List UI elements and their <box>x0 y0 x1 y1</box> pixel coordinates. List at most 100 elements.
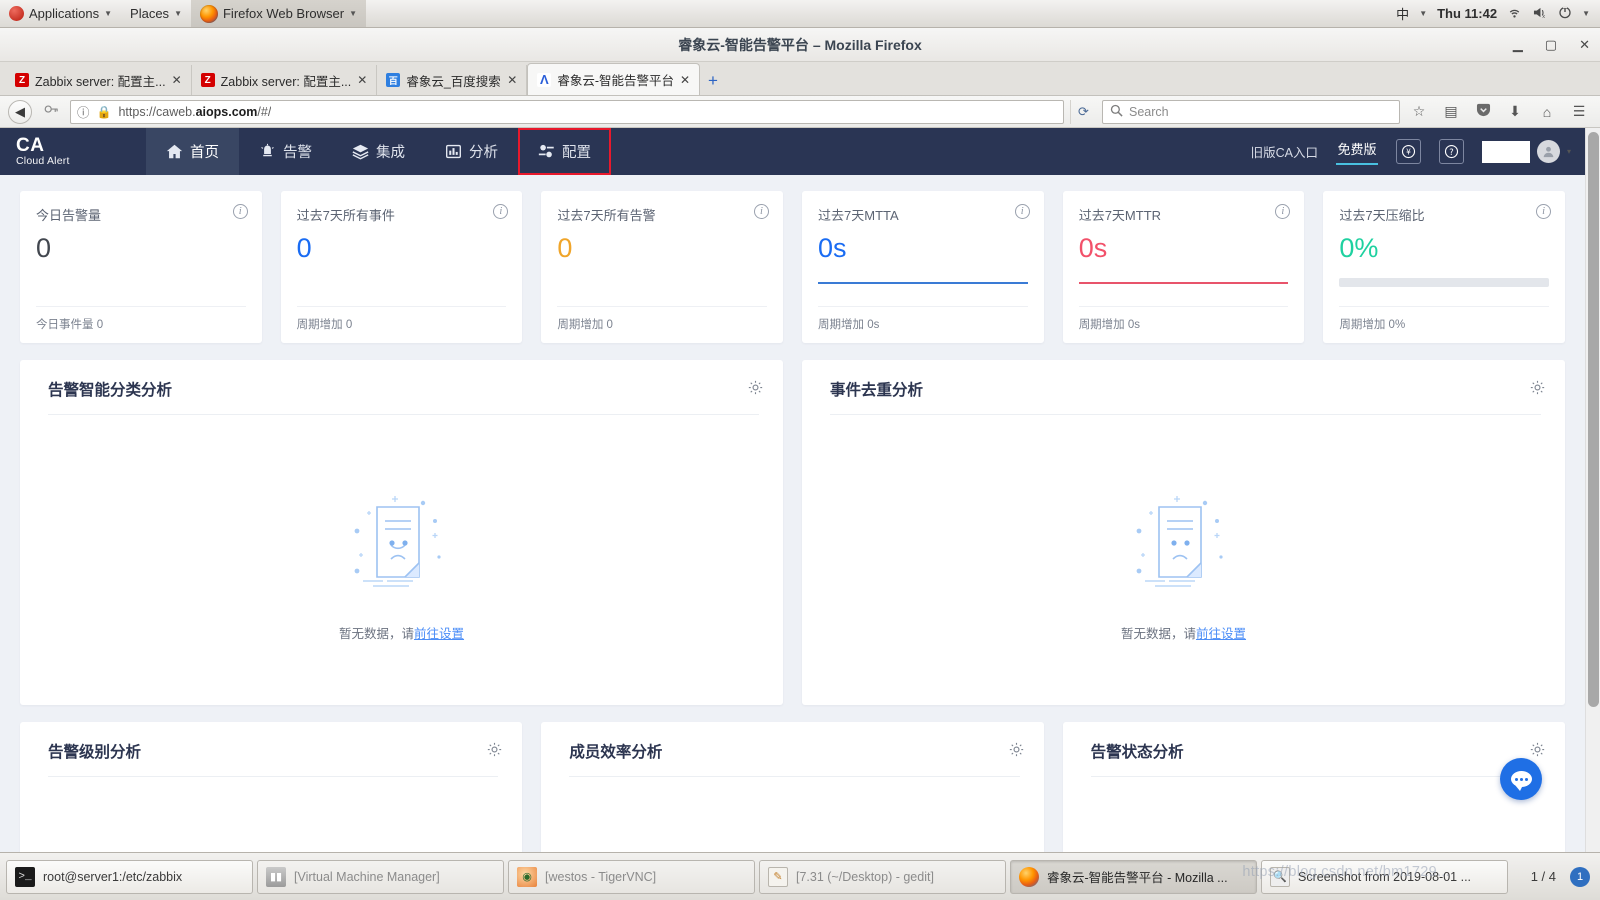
reload-button[interactable]: ⟳ <box>1070 99 1096 124</box>
chat-support-button[interactable] <box>1500 758 1542 800</box>
gnome-logo-icon <box>9 6 24 21</box>
info-icon[interactable]: i <box>1014 204 1030 219</box>
nav-item-alarm[interactable]: 告警 <box>239 128 332 175</box>
nav-item-analysis[interactable]: 分析 <box>425 128 518 175</box>
go-to-settings-link[interactable]: 前往设置 <box>1196 627 1246 641</box>
url-text: https://caweb.aiops.com/#/ <box>118 104 272 119</box>
taskbar-item-vnc[interactable]: ◉ [westos - TigerVNC] <box>508 859 755 894</box>
workspace-indicator[interactable]: 1 / 4 <box>1523 869 1564 884</box>
taskbar-item-gedit[interactable]: ✎ [7.31 (~/Desktop) - gedit] <box>759 859 1006 894</box>
places-menu[interactable]: Places ▼ <box>121 0 191 27</box>
page-info-icon[interactable]: ⓘ <box>77 102 90 121</box>
window-titlebar: 睿象云-智能告警平台 – Mozilla Firefox ▁ ▢ ✕ <box>0 28 1600 62</box>
close-icon[interactable]: ✕ <box>680 73 690 87</box>
tab-label: 睿象云-智能告警平台 <box>557 74 674 88</box>
tab-label: Zabbix server: 配置主... <box>220 74 352 89</box>
cloudalert-icon: Λ <box>537 72 552 87</box>
panel-title: 事件去重分析 <box>830 382 924 399</box>
kpi-card-mtta: 过去7天MTTA i 0s 周期增加 0s <box>802 191 1044 343</box>
workspace-badge[interactable]: 1 <box>1570 866 1590 887</box>
taskbar-item-firefox[interactable]: 睿象云-智能告警平台 - Mozilla ... <box>1010 859 1257 894</box>
panel-empty-state: 暂无数据，请前往设置 <box>802 415 1565 705</box>
web-page: CA Cloud Alert 首页 告警 集成 分析 配置 旧版CA入口 免费版… <box>0 128 1600 852</box>
applications-menu[interactable]: Applications ▼ <box>0 0 121 27</box>
page-scrollbar[interactable] <box>1585 128 1600 852</box>
key-icon[interactable] <box>38 103 64 120</box>
edition-badge-label: 免费版 <box>1337 141 1377 157</box>
legacy-ca-entry-link[interactable]: 旧版CA入口 <box>1251 142 1318 161</box>
help-button[interactable]: ? <box>1438 139 1464 164</box>
kpi-row: 今日告警量 i 0 今日事件量 0 过去7天所有事件 i 0 周期增加 0 过去… <box>0 175 1585 343</box>
lock-icon[interactable]: 🔒 <box>97 105 112 119</box>
gear-icon[interactable] <box>1530 742 1545 761</box>
power-icon[interactable] <box>1558 5 1572 22</box>
input-method-indicator[interactable]: 中 <box>1396 4 1409 23</box>
go-to-settings-link[interactable]: 前往设置 <box>414 627 464 641</box>
browser-tab-active[interactable]: Λ 睿象云-智能告警平台 ✕ <box>527 63 701 95</box>
gear-icon[interactable] <box>1530 380 1545 399</box>
search-bar[interactable]: Search <box>1102 99 1400 124</box>
firefox-window-menu-label: Firefox Web Browser <box>222 6 345 21</box>
app-header: CA Cloud Alert 首页 告警 集成 分析 配置 旧版CA入口 免费版… <box>0 128 1585 175</box>
taskbar-item-vmm[interactable]: ▮▮ [Virtual Machine Manager] <box>257 859 504 894</box>
downloads-icon[interactable]: ⬇ <box>1502 103 1528 120</box>
new-tab-button[interactable]: + <box>700 71 726 95</box>
browser-tab[interactable]: 百 睿象云_百度搜索 ✕ <box>377 65 528 95</box>
firefox-window-menu[interactable]: Firefox Web Browser ▼ <box>190 0 367 27</box>
nav-item-home[interactable]: 首页 <box>146 128 239 175</box>
empty-state-illustration <box>1136 495 1223 587</box>
chevron-down-icon[interactable]: ▼ <box>1582 9 1590 18</box>
hamburger-menu-icon[interactable]: ☰ <box>1566 103 1592 120</box>
settings-icon <box>538 143 555 160</box>
gear-icon[interactable] <box>1009 742 1024 761</box>
app-logo[interactable]: CA Cloud Alert <box>0 128 146 175</box>
taskbar-item-screenshot[interactable]: 🔍 Screenshot from 2019-08-01 ... <box>1261 859 1508 894</box>
close-icon[interactable]: ✕ <box>507 73 517 87</box>
close-icon[interactable]: ✕ <box>172 73 182 87</box>
panel-member-efficiency: 成员效率分析 <box>541 722 1044 852</box>
kpi-title: 今日告警量 <box>36 208 102 223</box>
browser-tab[interactable]: Z Zabbix server: 配置主... ✕ <box>6 65 192 95</box>
nav-item-config[interactable]: 配置 <box>518 128 611 175</box>
avatar <box>1536 140 1560 163</box>
svg-text:x: x <box>1542 14 1545 19</box>
back-button[interactable]: ◀ <box>8 99 32 124</box>
scrollbar-thumb[interactable] <box>1588 132 1599 707</box>
taskbar-item-label: 睿象云-智能告警平台 - Mozilla ... <box>1047 871 1228 885</box>
kpi-footer: 周期增加 0s <box>1078 306 1289 343</box>
kpi-footer: 周期增加 0% <box>1339 306 1550 343</box>
applications-menu-label: Applications <box>29 6 100 21</box>
user-menu[interactable]: ▾ <box>1481 140 1571 163</box>
panel-alarm-level: 告警级别分析 <box>20 722 523 852</box>
close-button[interactable]: ✕ <box>1579 38 1590 51</box>
panel-title: 告警状态分析 <box>1090 744 1184 761</box>
clock[interactable]: Thu 11:42 <box>1437 6 1497 21</box>
zabbix-icon: Z <box>15 73 29 87</box>
bookmark-star-icon[interactable]: ☆ <box>1406 103 1432 120</box>
info-icon[interactable]: i <box>1536 204 1552 219</box>
taskbar-item-terminal[interactable]: >_ root@server1:/etc/zabbix <box>6 859 253 894</box>
wifi-icon[interactable] <box>1507 6 1522 22</box>
terminal-icon: >_ <box>15 866 35 887</box>
browser-tab[interactable]: Z Zabbix server: 配置主... ✕ <box>192 65 378 95</box>
billing-button[interactable]: ¥ <box>1395 139 1421 164</box>
minimize-button[interactable]: ▁ <box>1513 38 1523 51</box>
edition-badge[interactable]: 免费版 <box>1335 139 1378 165</box>
kpi-value: 0 <box>296 233 312 263</box>
firefox-window: 睿象云-智能告警平台 – Mozilla Firefox ▁ ▢ ✕ Z Zab… <box>0 28 1600 852</box>
home-icon <box>166 143 183 160</box>
close-icon[interactable]: ✕ <box>357 73 367 87</box>
url-bar[interactable]: ⓘ 🔒 https://caweb.aiops.com/#/ <box>70 99 1064 124</box>
maximize-button[interactable]: ▢ <box>1545 38 1557 51</box>
nav-item-integration[interactable]: 集成 <box>332 128 425 175</box>
gear-icon[interactable] <box>748 380 763 399</box>
gear-icon[interactable] <box>487 742 502 761</box>
taskbar-item-label: root@server1:/etc/zabbix <box>43 869 183 884</box>
info-icon[interactable]: i <box>232 204 248 219</box>
info-icon[interactable]: i <box>754 204 770 219</box>
pocket-icon[interactable] <box>1470 103 1496 120</box>
reader-list-icon[interactable]: ▤ <box>1438 103 1464 120</box>
home-icon[interactable]: ⌂ <box>1534 104 1560 120</box>
volume-muted-icon[interactable]: x <box>1532 6 1548 22</box>
taskbar-item-label: [westos - TigerVNC] <box>545 869 657 884</box>
